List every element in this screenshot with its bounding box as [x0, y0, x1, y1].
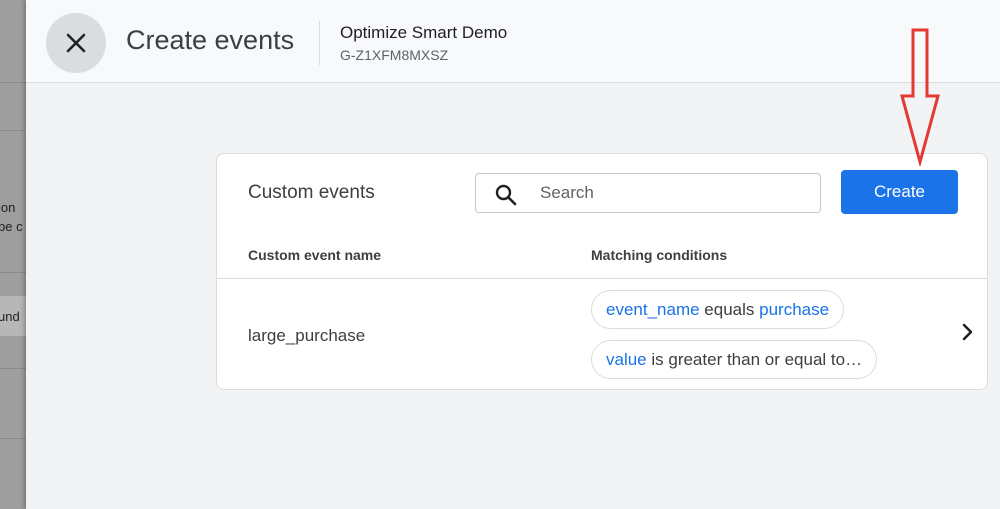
property-name: Optimize Smart Demo — [340, 23, 508, 42]
table-row[interactable]: large_purchase event_name equals purchas… — [217, 279, 987, 389]
custom-events-card: Custom events Create Custom event name M… — [216, 153, 988, 390]
condition-parameter: event_name — [606, 299, 700, 319]
bg-divider — [0, 368, 26, 369]
panel-header: Create events Optimize Smart Demo G-Z1XF… — [26, 0, 1000, 83]
condition-operator: is greater than or equal to… — [646, 349, 863, 369]
card-title: Custom events — [248, 182, 375, 203]
column-header-matching-conditions: Matching conditions — [591, 247, 728, 263]
annotation-arrow-icon — [900, 28, 940, 166]
condition-chip: value is greater than or equal to… — [591, 340, 878, 379]
bg-divider — [0, 438, 26, 439]
condition-operator: equals — [699, 299, 760, 319]
background-page: ion be c und — [0, 0, 26, 509]
search-input[interactable] — [540, 182, 810, 204]
header-divider — [319, 21, 320, 65]
bg-text: und — [0, 309, 20, 324]
bg-divider — [0, 130, 26, 131]
close-icon — [66, 33, 86, 53]
bg-text: ion — [0, 200, 16, 215]
bg-divider — [0, 82, 26, 83]
condition-value: purchase — [759, 299, 830, 319]
property-id: G-Z1XFM8MXSZ — [340, 47, 449, 63]
event-name-cell: large_purchase — [248, 326, 366, 345]
create-button[interactable]: Create — [841, 170, 958, 214]
create-events-panel: Create events Optimize Smart Demo G-Z1XF… — [26, 0, 1000, 509]
chevron-right-icon[interactable] — [961, 322, 975, 342]
search-box[interactable] — [475, 173, 821, 213]
column-header-event-name: Custom event name — [248, 247, 382, 263]
search-icon — [495, 184, 517, 206]
condition-parameter: value — [606, 349, 647, 369]
page-title: Create events — [126, 25, 295, 55]
bg-divider — [0, 272, 26, 273]
bg-text: be c — [0, 219, 23, 234]
condition-chip: event_name equals purchase — [591, 290, 845, 329]
close-button[interactable] — [46, 13, 106, 73]
